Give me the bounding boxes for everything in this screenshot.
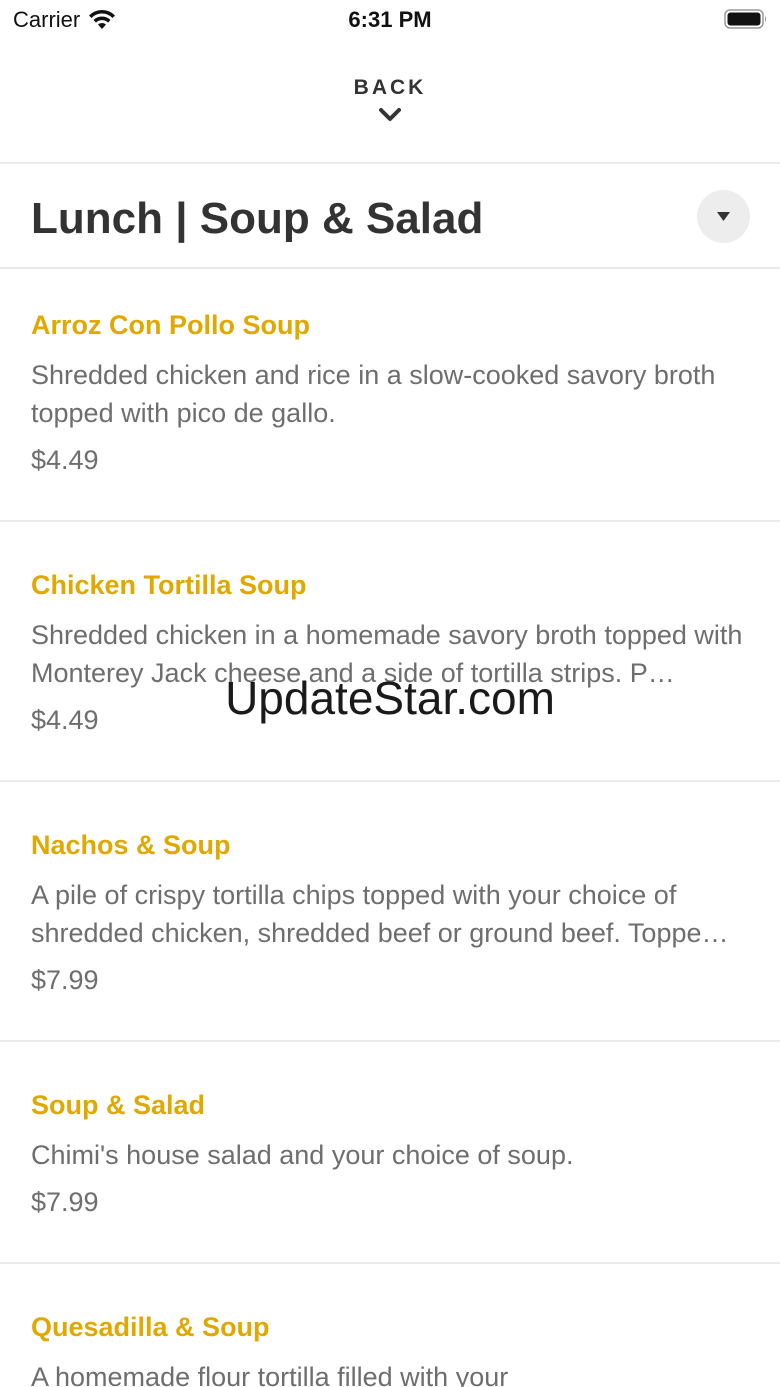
item-description: Shredded chicken in a homemade savory br…: [31, 620, 743, 688]
item-description: Shredded chicken and rice in a slow-cook…: [31, 360, 716, 428]
caret-down-icon: [717, 212, 730, 221]
menu-item[interactable]: Quesadilla & Soup A homemade flour torti…: [0, 1310, 780, 1387]
item-name: Quesadilla & Soup: [31, 1312, 270, 1342]
item-name: Arroz Con Pollo Soup: [31, 310, 310, 340]
item-description: A pile of crispy tortilla chips topped w…: [31, 880, 729, 948]
item-description: Chimi's house salad and your choice of s…: [31, 1140, 574, 1170]
item-name: Nachos & Soup: [31, 830, 231, 860]
back-label: BACK: [353, 76, 427, 99]
category-title: Lunch | Soup & Salad: [31, 194, 484, 243]
item-divider: [0, 1040, 780, 1042]
battery-icon: [724, 9, 767, 29]
item-name: Soup & Salad: [31, 1090, 206, 1120]
menu-item[interactable]: Soup & Salad Chimi's house salad and you…: [0, 1088, 780, 1228]
item-price: $4.49: [31, 445, 99, 475]
category-dropdown-button[interactable]: [697, 190, 750, 243]
item-divider: [0, 520, 780, 522]
item-name: Chicken Tortilla Soup: [31, 570, 307, 600]
status-bar: Carrier 6:31 PM: [0, 0, 780, 40]
item-divider: [0, 1262, 780, 1264]
menu-item[interactable]: Nachos & Soup A pile of crispy tortilla …: [0, 828, 780, 1008]
item-price: $7.99: [31, 1187, 99, 1217]
chevron-down-icon: [379, 108, 401, 121]
back-button[interactable]: BACK: [0, 68, 780, 140]
item-price: $4.49: [31, 705, 99, 735]
item-description: A homemade flour tortilla filled with yo…: [31, 1362, 509, 1387]
menu-item[interactable]: Arroz Con Pollo Soup Shredded chicken an…: [0, 308, 780, 488]
menu-item[interactable]: Chicken Tortilla Soup Shredded chicken i…: [0, 568, 780, 748]
header-divider: [0, 162, 780, 164]
item-divider: [0, 780, 780, 782]
status-time: 6:31 PM: [348, 7, 432, 32]
title-divider: [0, 267, 780, 269]
item-price: $7.99: [31, 965, 99, 995]
